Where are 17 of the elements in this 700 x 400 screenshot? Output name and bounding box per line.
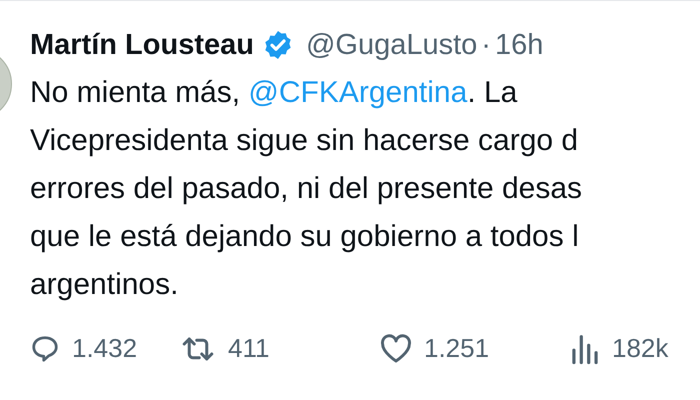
stat-count: 182k (612, 332, 668, 365)
heart-icon[interactable] (380, 334, 412, 364)
separator-dot: · (481, 28, 491, 63)
author-name[interactable]: Martín Lousteau (30, 23, 254, 67)
speech-bubble-icon[interactable] (30, 334, 60, 364)
tweet-text: que le está dejando su gobierno a todos l (30, 219, 579, 255)
timestamp[interactable]: 16h (494, 23, 544, 67)
stat-count: 411 (228, 332, 270, 365)
tweet-text: Vicepresidenta sigue sin hacerse cargo d (30, 123, 578, 159)
stat-count: 1.432 (72, 332, 138, 365)
tweet-text: errores del pasado, ni del presente desas (30, 171, 582, 207)
bar-chart-icon[interactable] (570, 332, 600, 364)
stat-count: 1.251 (424, 332, 490, 365)
tweet-text: . La (467, 75, 518, 111)
user-handle[interactable]: @GugaLusto (306, 23, 478, 67)
tweet-text: No mienta más, (30, 75, 242, 111)
tweet-text: argentinos. (30, 267, 178, 303)
